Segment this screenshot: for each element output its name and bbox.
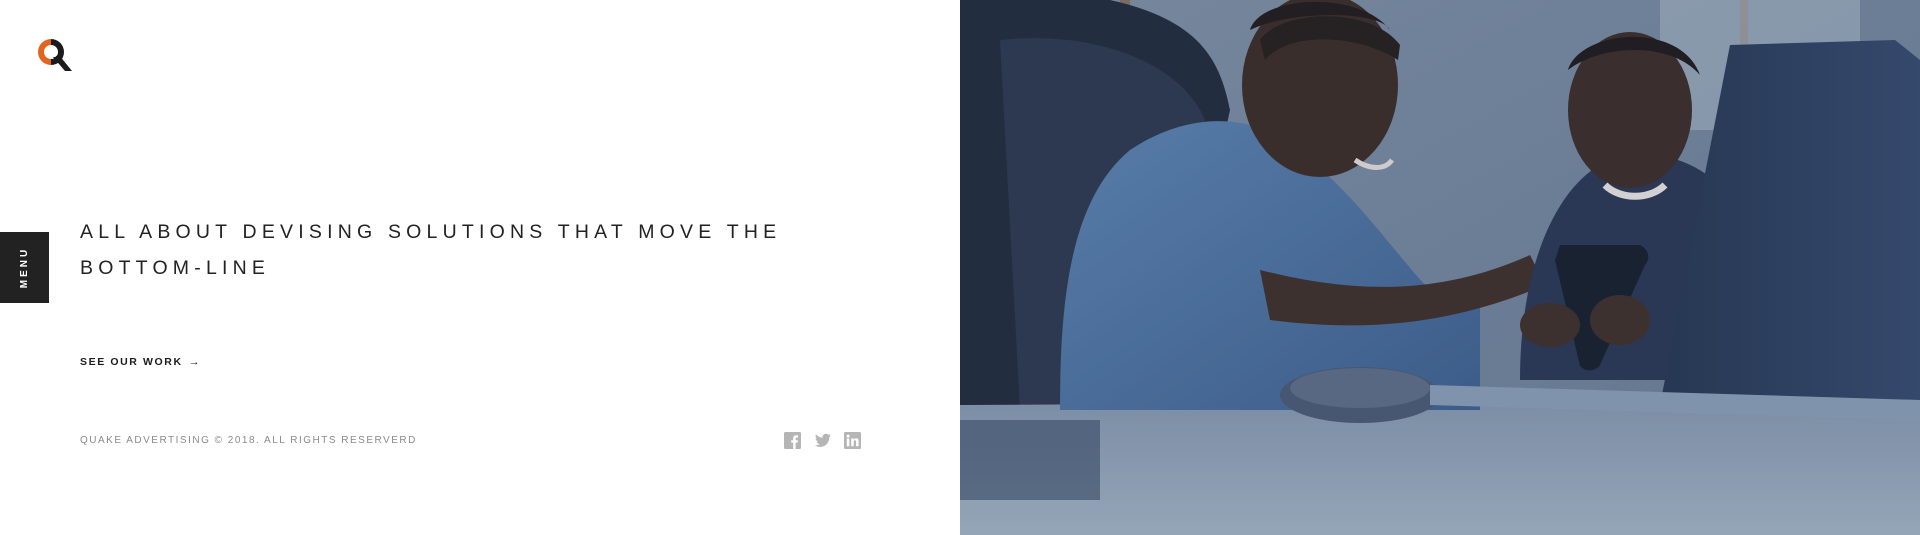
cta-label: SEE OUR WORK <box>80 356 183 368</box>
see-our-work-link[interactable]: SEE OUR WORK → <box>80 356 200 368</box>
logo-notch <box>46 47 56 57</box>
copyright-text: QUAKE ADVERTISING © 2018. ALL RIGHTS RES… <box>80 435 417 446</box>
menu-label: MENU <box>18 246 30 289</box>
logo[interactable] <box>37 37 73 73</box>
twitter-icon <box>814 433 831 447</box>
facebook-icon <box>784 432 801 449</box>
hero-photo <box>960 0 1920 535</box>
hero-photo-illustration <box>960 0 1920 535</box>
linkedin-icon <box>844 432 861 449</box>
linkedin-link[interactable] <box>844 432 861 449</box>
hero-headline: ALL ABOUT DEVISING SOLUTIONS THAT MOVE T… <box>80 221 782 279</box>
social-links <box>784 432 861 449</box>
twitter-link[interactable] <box>814 432 831 449</box>
left-panel: MENU ALL ABOUT DEVISING SOLUTIONS THAT M… <box>0 0 960 535</box>
facebook-link[interactable] <box>784 432 801 449</box>
arrow-right-icon: → <box>188 356 200 368</box>
menu-button[interactable]: MENU <box>0 232 49 303</box>
